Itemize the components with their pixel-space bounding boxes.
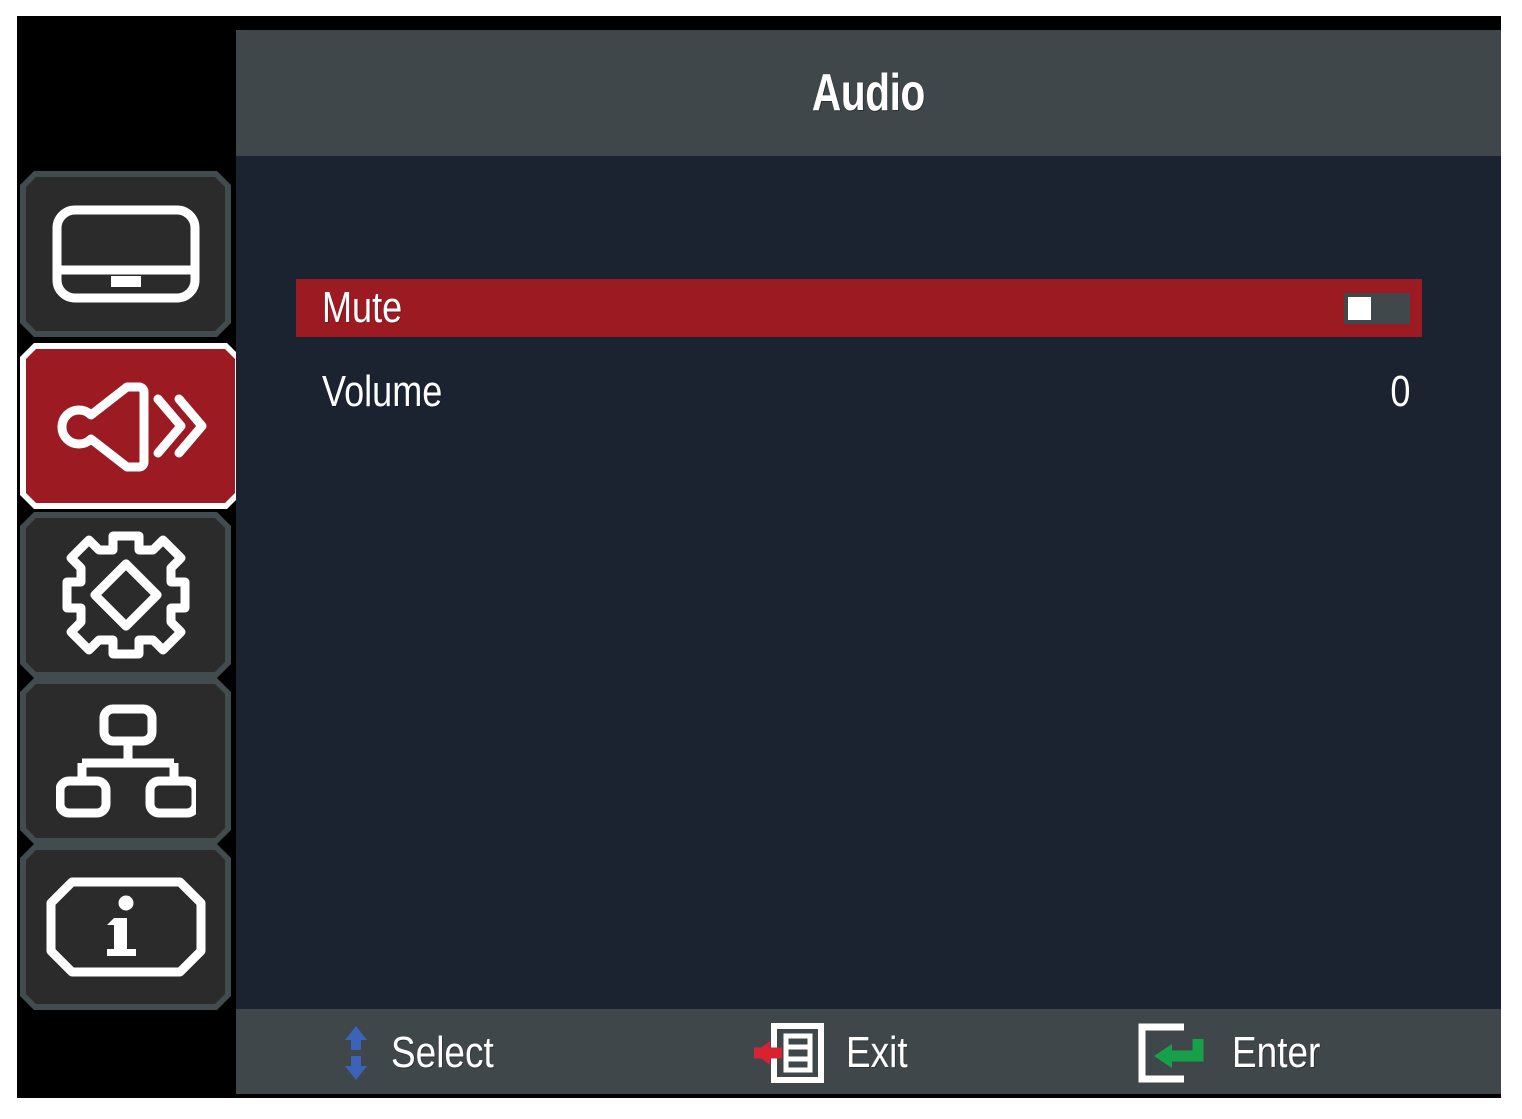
sidebar-item-display-inner [26,177,225,331]
exit-arrow-icon [752,1022,824,1083]
volume-value: 0 [1389,367,1410,416]
network-hierarchy-icon [56,701,196,821]
hint-exit[interactable]: Exit [752,1022,919,1083]
sidebar-item-settings[interactable] [20,512,231,678]
enter-arrow-icon [1136,1023,1210,1083]
hint-label-select: Select [391,1027,494,1077]
sidebar-item-network[interactable] [20,678,231,844]
sidebar-item-settings-inner [26,518,225,672]
sidebar-item-display[interactable] [20,171,231,337]
footer-bar: Select Exit Enter [236,1009,1501,1096]
header-bar: Audio [236,30,1501,156]
hint-select[interactable]: Select [343,1025,513,1081]
osd-window: Audio Mute Volume 0 Select Exit Enter [17,16,1501,1098]
content-area: Mute Volume 0 [236,156,1501,1009]
page-title: Audio [812,64,925,122]
sidebar-item-information-inner [26,850,225,1004]
settings-gear-icon [61,530,191,660]
hint-enter[interactable]: Enter [1136,1023,1337,1083]
information-icon [46,877,206,977]
up-down-arrow-icon [343,1025,369,1081]
menu-item-label-volume: Volume [322,367,443,416]
settings-menu: Mute Volume 0 [296,279,1422,421]
sidebar-item-network-inner [26,684,225,838]
sidebar-item-information[interactable] [20,844,231,1010]
sidebar-item-audio[interactable] [20,343,241,509]
bottom-divider [17,1094,1501,1098]
audio-speaker-icon [51,371,211,481]
sidebar-item-audio-inner [26,349,235,503]
mute-toggle[interactable] [1344,292,1410,324]
menu-item-label-mute: Mute [322,283,403,332]
sidebar [17,16,236,1098]
mute-toggle-knob [1348,296,1371,320]
hint-label-enter: Enter [1232,1027,1321,1077]
menu-row-volume[interactable]: Volume 0 [296,363,1422,421]
hint-label-exit: Exit [846,1027,908,1077]
display-monitor-icon [51,204,201,304]
menu-row-mute[interactable]: Mute [296,279,1422,337]
